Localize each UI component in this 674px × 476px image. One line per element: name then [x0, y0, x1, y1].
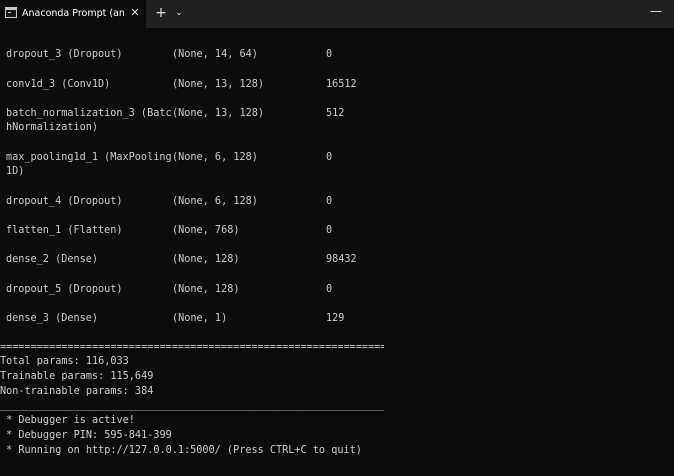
layer-param-count: 512 [326, 108, 345, 119]
total-params: Total params: 116,033 [0, 356, 129, 367]
layer-name: dense_3 (Dense) [6, 313, 99, 324]
chevron-down-icon[interactable]: ⌄ [172, 5, 186, 21]
layer-param-count: 0 [326, 225, 333, 236]
layer-output-shape: (None, 128) [172, 284, 240, 295]
terminal-window: Anaconda Prompt (anaconda3 ✕ + ⌄ — dropo… [0, 0, 674, 476]
layer-output-shape: (None, 768) [172, 225, 240, 236]
terminal-icon [5, 7, 17, 18]
layer-output-shape: (None, 6, 128) [172, 152, 258, 163]
debugger-pin-line: * Debugger PIN: 595-841-399 [0, 430, 172, 441]
debugger-active-line: * Debugger is active! [0, 415, 135, 426]
minimize-button[interactable]: — [648, 4, 664, 20]
layer-param-count: 0 [326, 49, 333, 60]
non-trainable-params: Non-trainable params: 384 [0, 386, 154, 397]
layer-name: batch_normalization_3 (Batc [6, 108, 172, 119]
layer-output-shape: (None, 13, 128) [172, 108, 265, 119]
layer-name: max_pooling1d_1 (MaxPooling [6, 152, 172, 163]
layer-name: flatten_1 (Flatten) [6, 225, 123, 236]
layer-name: conv1d_3 (Conv1D) [6, 79, 111, 90]
layer-param-count: 129 [326, 313, 345, 324]
layer-name: dropout_3 (Dropout) [6, 49, 123, 60]
tab-title: Anaconda Prompt (anaconda3 [22, 8, 124, 19]
layer-output-shape: (None, 13, 128) [172, 79, 265, 90]
layer-name-continued: hNormalization) [6, 122, 99, 133]
layer-param-count: 0 [326, 152, 333, 163]
title-bar: Anaconda Prompt (anaconda3 ✕ + ⌄ — [0, 0, 674, 28]
layer-param-count: 0 [326, 196, 333, 207]
layer-param-count: 98432 [326, 254, 357, 265]
layer-output-shape: (None, 6, 128) [172, 196, 258, 207]
running-on-line: * Running on http://127.0.0.1:5000/ (Pre… [0, 445, 362, 456]
layer-name: dense_2 (Dense) [6, 254, 99, 265]
layer-name: dropout_4 (Dropout) [6, 196, 123, 207]
layer-param-count: 0 [326, 284, 333, 295]
trainable-params: Trainable params: 115,649 [0, 371, 154, 382]
tab-anaconda-prompt[interactable]: Anaconda Prompt (anaconda3 ✕ [0, 0, 146, 28]
single-rule-divider: ________________________________________… [0, 400, 384, 411]
double-rule-divider: ========================================… [0, 342, 384, 353]
layer-name: dropout_5 (Dropout) [6, 284, 123, 295]
layer-param-count: 16512 [326, 79, 357, 90]
new-tab-button[interactable]: + [153, 5, 169, 21]
layer-output-shape: (None, 14, 64) [172, 49, 258, 60]
layer-name-continued: 1D) [6, 166, 25, 177]
console-output[interactable]: dropout_3 (Dropout) (None, 14, 64) 0 con… [0, 28, 674, 476]
layer-output-shape: (None, 128) [172, 254, 240, 265]
layer-output-shape: (None, 1) [172, 313, 228, 324]
close-tab-icon[interactable]: ✕ [129, 6, 141, 20]
